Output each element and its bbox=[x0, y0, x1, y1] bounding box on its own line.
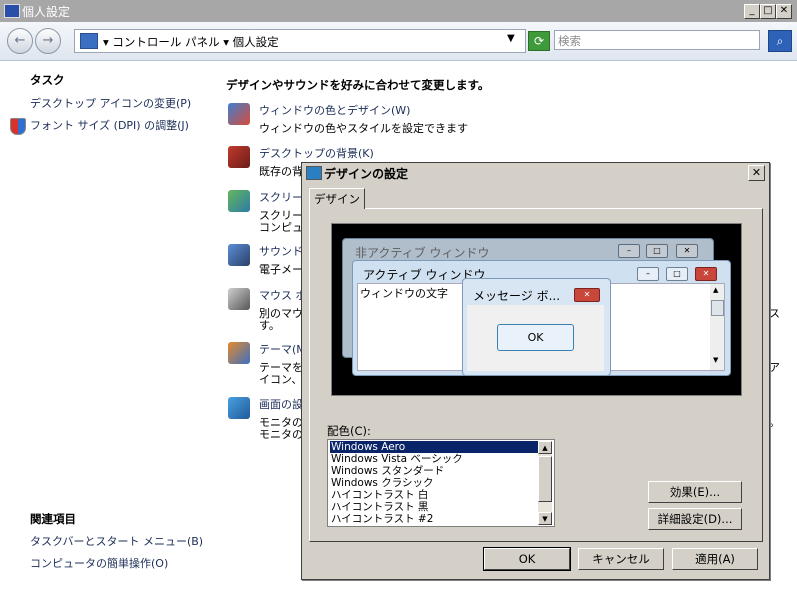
window-title: 個人設定 bbox=[22, 5, 71, 19]
item-theme-title[interactable]: テーマ(M bbox=[259, 341, 301, 357]
item-window-color-desc: ウィンドウの色やスタイルを設定できます bbox=[259, 122, 468, 135]
preview-message-title: メッセージ ボ... bbox=[473, 289, 561, 303]
scroll-thumb[interactable] bbox=[538, 456, 552, 502]
color-scheme-item[interactable]: Windows スタンダード bbox=[330, 465, 539, 477]
minimize-button[interactable]: _ bbox=[744, 4, 760, 19]
appearance-settings-dialog: デザインの設定 ✕ デザイン 非アクティブ ウィンドウ – □ ✕ アクティブ … bbox=[301, 162, 770, 580]
preview-active-min-icon: – bbox=[637, 267, 659, 281]
search-icon[interactable]: ⌕ bbox=[768, 30, 792, 52]
overflow-text-1: ス bbox=[769, 307, 780, 320]
mouse-pointer-icon bbox=[228, 288, 250, 310]
back-button[interactable]: ← bbox=[7, 28, 33, 54]
breadcrumb[interactable]: ▾ コントロール パネル ▾ 個人設定 bbox=[103, 34, 279, 50]
forward-button[interactable]: → bbox=[35, 28, 61, 54]
display-settings-icon bbox=[228, 397, 250, 419]
item-sound-title[interactable]: サウンド( bbox=[259, 243, 301, 259]
overflow-text-2: ア bbox=[769, 361, 780, 374]
address-toolbar: ← → ▾ コントロール パネル ▾ 個人設定 ▼ ⟳ 検索 ⌕ bbox=[0, 22, 797, 61]
appearance-preview: 非アクティブ ウィンドウ – □ ✕ アクティブ ウィンドウ – □ ✕ ウィン… bbox=[331, 223, 742, 396]
color-scheme-scrollbar[interactable]: ▲ ▼ bbox=[538, 441, 552, 525]
sound-icon bbox=[228, 244, 250, 266]
advanced-button[interactable]: 詳細設定(D)... bbox=[648, 508, 742, 530]
dialog-icon bbox=[306, 166, 322, 180]
item-screensaver-title[interactable]: スクリーン bbox=[259, 189, 301, 205]
window-title-bar: 個人設定 _ □ ✕ bbox=[0, 0, 797, 22]
effects-button[interactable]: 効果(E)... bbox=[648, 481, 742, 503]
preview-scroll-up-icon: ▲ bbox=[713, 286, 719, 294]
personalize-window-icon bbox=[4, 4, 20, 18]
theme-icon bbox=[228, 342, 250, 364]
preview-scroll-thumb bbox=[711, 300, 724, 316]
preview-window-text: ウィンドウの文字 bbox=[360, 287, 448, 300]
preview-inactive-close-icon: ✕ bbox=[676, 244, 698, 258]
main-heading: デザインやサウンドを好みに合わせて変更します。 bbox=[226, 78, 490, 92]
close-button[interactable]: ✕ bbox=[776, 4, 792, 19]
preview-inactive-max-icon: □ bbox=[646, 244, 668, 258]
item-display-title[interactable]: 画面の設 bbox=[259, 396, 301, 412]
item-theme-desc-2: イコン、 bbox=[259, 373, 301, 386]
task-change-desktop-icons[interactable]: デスクトップ アイコンの変更(P) bbox=[30, 95, 191, 111]
color-scheme-item[interactable]: ハイコントラスト 白 bbox=[330, 489, 539, 501]
item-window-color-title[interactable]: ウィンドウの色とデザイン(W) bbox=[259, 102, 410, 118]
related-ease-of-access[interactable]: コンピュータの簡単操作(O) bbox=[30, 555, 168, 571]
preview-inactive-title: 非アクティブ ウィンドウ bbox=[355, 246, 490, 260]
color-scheme-item[interactable]: ハイコントラスト #2 bbox=[330, 513, 539, 525]
tab-design[interactable]: デザイン bbox=[309, 188, 365, 209]
preview-inactive-min-icon: – bbox=[618, 244, 640, 258]
preview-scroll-down-icon: ▼ bbox=[713, 356, 719, 364]
color-scheme-label: 配色(C): bbox=[327, 424, 371, 438]
desktop-background-icon bbox=[228, 146, 250, 168]
uac-shield-icon bbox=[10, 118, 26, 135]
apply-button[interactable]: 適用(A) bbox=[672, 548, 758, 570]
preview-active-max-icon: □ bbox=[666, 267, 688, 281]
preview-message-box: メッセージ ボ... ✕ OK bbox=[462, 278, 611, 376]
address-bar[interactable]: ▾ コントロール パネル ▾ 個人設定 ▼ bbox=[74, 29, 526, 53]
scroll-down-icon[interactable]: ▼ bbox=[538, 512, 552, 525]
control-panel-icon bbox=[80, 33, 98, 49]
address-dropdown-icon[interactable]: ▼ bbox=[507, 33, 515, 44]
search-input[interactable]: 検索 bbox=[554, 30, 760, 50]
item-display-desc-2: モニタの bbox=[259, 428, 301, 441]
dialog-title: デザインの設定 bbox=[324, 167, 409, 181]
color-scheme-item-selected[interactable]: Windows Aero bbox=[330, 441, 539, 453]
item-desktop-background-title[interactable]: デスクトップの背景(K) bbox=[259, 145, 374, 161]
screensaver-icon bbox=[228, 190, 250, 212]
maximize-button[interactable]: □ bbox=[760, 4, 776, 19]
refresh-icon[interactable]: ⟳ bbox=[528, 31, 550, 51]
window-color-icon bbox=[228, 103, 250, 125]
preview-active-close-icon: ✕ bbox=[695, 267, 717, 281]
item-mouse-title[interactable]: マウス ポ bbox=[259, 287, 301, 303]
task-adjust-font-size[interactable]: フォント サイズ (DPI) の調整(J) bbox=[30, 117, 189, 133]
color-scheme-item[interactable]: ハイコントラスト 黒 bbox=[330, 501, 539, 513]
scroll-up-icon[interactable]: ▲ bbox=[538, 441, 552, 454]
ok-button[interactable]: OK bbox=[483, 547, 571, 571]
cancel-button[interactable]: キャンセル bbox=[578, 548, 664, 570]
item-screensaver-desc-2: コンピュ bbox=[259, 221, 301, 234]
color-scheme-item[interactable]: Windows Vista ベーシック bbox=[330, 453, 539, 465]
color-scheme-list[interactable]: Windows Aero Windows Vista ベーシック Windows… bbox=[327, 439, 555, 527]
dialog-title-bar: デザインの設定 ✕ bbox=[302, 163, 769, 182]
preview-message-close-icon: ✕ bbox=[574, 288, 600, 302]
overflow-text-3: 。 bbox=[769, 416, 780, 429]
dialog-close-button[interactable]: ✕ bbox=[748, 165, 765, 181]
preview-scrollbar: ▲ ▼ bbox=[710, 284, 724, 370]
preview-message-body: OK bbox=[467, 305, 604, 371]
item-desktop-background-desc: 既存の背 bbox=[259, 165, 303, 178]
item-mouse-desc-2: す。 bbox=[259, 319, 280, 332]
tasks-heading: タスク bbox=[30, 73, 65, 87]
preview-ok-button: OK bbox=[497, 324, 574, 351]
related-taskbar-start-menu[interactable]: タスクバーとスタート メニュー(B) bbox=[30, 533, 203, 549]
related-heading: 関連項目 bbox=[30, 512, 76, 526]
color-scheme-item[interactable]: Windows クラシック bbox=[330, 477, 539, 489]
item-sound-desc: 電子メー bbox=[259, 263, 301, 276]
